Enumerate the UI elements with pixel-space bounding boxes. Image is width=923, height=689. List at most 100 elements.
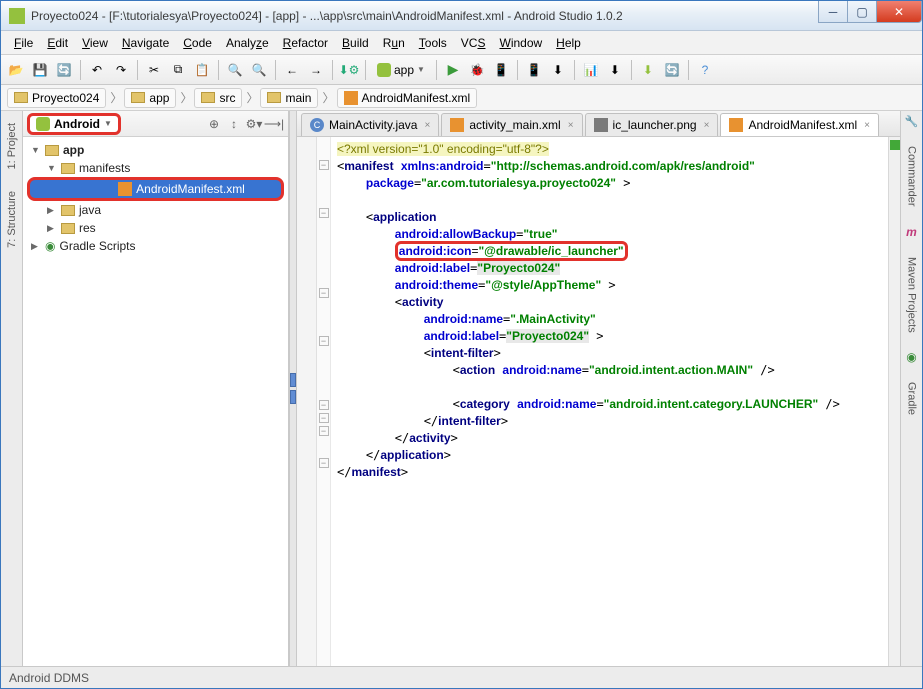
tree-node-java[interactable]: ▶java bbox=[25, 201, 286, 219]
right-tab-gradle[interactable]: Gradle bbox=[904, 374, 920, 423]
module-label: app bbox=[394, 63, 414, 77]
editor-tab-mainactivity[interactable]: CMainActivity.java× bbox=[301, 113, 439, 136]
find-icon[interactable]: 🔍 bbox=[224, 59, 246, 81]
structure-icon[interactable]: ⬇ bbox=[637, 59, 659, 81]
menu-navigate[interactable]: Navigate bbox=[115, 34, 176, 52]
left-tab-structure[interactable]: 7: Structure bbox=[4, 183, 20, 256]
folder-icon bbox=[61, 205, 75, 216]
cut-icon[interactable]: ✂ bbox=[143, 59, 165, 81]
image-icon bbox=[594, 118, 608, 132]
editor-tabs: CMainActivity.java× activity_main.xml× i… bbox=[297, 111, 900, 137]
splitter-handle[interactable] bbox=[289, 111, 297, 666]
tree-node-app[interactable]: ▼app bbox=[25, 141, 286, 159]
close-tab-icon[interactable]: × bbox=[864, 120, 870, 131]
redo-icon[interactable]: ↷ bbox=[110, 59, 132, 81]
editor-tab-activitymain[interactable]: activity_main.xml× bbox=[441, 113, 582, 136]
tree-node-res[interactable]: ▶res bbox=[25, 219, 286, 237]
menu-vcs[interactable]: VCS bbox=[454, 34, 493, 52]
window-title: Proyecto024 - [F:\tutorialesya\Proyecto0… bbox=[31, 9, 819, 23]
copy-icon[interactable]: ⧉ bbox=[167, 59, 189, 81]
xml-icon bbox=[450, 118, 464, 132]
editor-tab-iclauncher[interactable]: ic_launcher.png× bbox=[585, 113, 719, 136]
make-icon[interactable]: ⬇⚙ bbox=[338, 59, 360, 81]
close-tab-icon[interactable]: × bbox=[568, 120, 574, 131]
folder-icon bbox=[201, 92, 215, 103]
replace-icon[interactable]: 🔍 bbox=[248, 59, 270, 81]
project-view-selector[interactable]: Android ▼ bbox=[27, 113, 121, 135]
tree-node-manifests[interactable]: ▼manifests bbox=[25, 159, 286, 177]
tree-node-gradle[interactable]: ▶◉Gradle Scripts bbox=[25, 237, 286, 255]
monitor-icon[interactable]: 📊 bbox=[580, 59, 602, 81]
status-ok-icon bbox=[890, 140, 900, 150]
window-titlebar: Proyecto024 - [F:\tutorialesya\Proyecto0… bbox=[1, 1, 922, 31]
run-icon[interactable]: ▶ bbox=[442, 59, 464, 81]
menu-build[interactable]: Build bbox=[335, 34, 376, 52]
back-icon[interactable]: ← bbox=[281, 59, 303, 81]
menu-bar: FFileile Edit View Navigate Code Analyze… bbox=[1, 31, 922, 55]
menu-view[interactable]: View bbox=[75, 34, 115, 52]
paste-icon[interactable]: 📋 bbox=[191, 59, 213, 81]
editor-tab-manifest[interactable]: AndroidManifest.xml× bbox=[720, 113, 879, 136]
minimize-button[interactable]: ─ bbox=[818, 1, 848, 23]
android-icon bbox=[377, 63, 391, 77]
gradle-icon: ◉ bbox=[45, 239, 55, 253]
sync-icon[interactable]: 🔄 bbox=[53, 59, 75, 81]
attach-icon[interactable]: 📱 bbox=[490, 59, 512, 81]
project-tree[interactable]: ▼app ▼manifests AndroidManifest.xml ▶jav… bbox=[23, 137, 288, 666]
sync-gradle-icon[interactable]: 🔄 bbox=[661, 59, 683, 81]
android-icon bbox=[36, 117, 50, 131]
crumb-file[interactable]: AndroidManifest.xml bbox=[337, 88, 478, 108]
scroll-to-icon[interactable]: ⊕ bbox=[205, 115, 223, 133]
xml-icon bbox=[118, 182, 132, 196]
right-tool-strip: 🔧 Commander m Maven Projects ◉ Gradle bbox=[900, 111, 922, 666]
run-config-selector[interactable]: app ▼ bbox=[371, 61, 431, 79]
project-tool-window: Android ▼ ⊕ ↕ ⚙▾ ⟶| ▼app ▼manifests Andr… bbox=[23, 111, 289, 666]
menu-refactor[interactable]: Refactor bbox=[276, 34, 335, 52]
folder-icon bbox=[131, 92, 145, 103]
sdk-icon[interactable]: ⬇ bbox=[547, 59, 569, 81]
maximize-button[interactable]: ▢ bbox=[847, 1, 877, 23]
close-tab-icon[interactable]: × bbox=[704, 120, 710, 131]
line-gutter[interactable] bbox=[297, 137, 317, 666]
error-stripe[interactable] bbox=[888, 137, 900, 666]
menu-file[interactable]: FFileile bbox=[7, 34, 40, 52]
close-button[interactable]: ✕ bbox=[876, 1, 922, 23]
menu-window[interactable]: Window bbox=[492, 34, 549, 52]
right-tab-maven[interactable]: Maven Projects bbox=[904, 249, 920, 341]
menu-edit[interactable]: Edit bbox=[40, 34, 75, 52]
folder-icon bbox=[267, 92, 281, 103]
forward-icon[interactable]: → bbox=[305, 59, 327, 81]
left-tool-strip: 1: Project 7: Structure bbox=[1, 111, 23, 666]
module-icon bbox=[45, 145, 59, 156]
avd-icon[interactable]: 📱 bbox=[523, 59, 545, 81]
save-icon[interactable]: 💾 bbox=[29, 59, 51, 81]
fold-gutter[interactable]: − − − − − − − − bbox=[317, 137, 331, 666]
menu-tools[interactable]: Tools bbox=[412, 34, 454, 52]
left-tab-project[interactable]: 1: Project bbox=[4, 115, 20, 177]
code-editor[interactable]: <?xml version="1.0" encoding="utf-8"?> <… bbox=[331, 137, 888, 666]
tree-node-manifest-file[interactable]: AndroidManifest.xml bbox=[27, 177, 284, 201]
crumb-project[interactable]: Proyecto024 bbox=[7, 88, 106, 108]
close-tab-icon[interactable]: × bbox=[424, 120, 430, 131]
undo-icon[interactable]: ↶ bbox=[86, 59, 108, 81]
hide-icon[interactable]: ⟶| bbox=[265, 115, 283, 133]
crumb-src[interactable]: src bbox=[194, 88, 242, 108]
menu-analyze[interactable]: Analyze bbox=[219, 34, 276, 52]
help-icon[interactable]: ? bbox=[694, 59, 716, 81]
right-tab-commander[interactable]: Commander bbox=[904, 138, 920, 215]
folder-icon bbox=[14, 92, 28, 103]
menu-run[interactable]: Run bbox=[376, 34, 412, 52]
collapse-icon[interactable]: ↕ bbox=[225, 115, 243, 133]
crumb-main[interactable]: main bbox=[260, 88, 318, 108]
xml-icon bbox=[729, 118, 743, 132]
open-icon[interactable]: 📂 bbox=[5, 59, 27, 81]
status-text[interactable]: Android DDMS bbox=[9, 671, 89, 685]
crumb-app[interactable]: app bbox=[124, 88, 176, 108]
gear-icon[interactable]: ⚙▾ bbox=[245, 115, 263, 133]
breadcrumb-bar: Proyecto024 〉 app 〉 src 〉 main 〉 Android… bbox=[1, 85, 922, 111]
debug-icon[interactable]: 🐞 bbox=[466, 59, 488, 81]
ddms-icon[interactable]: ⬇ bbox=[604, 59, 626, 81]
menu-code[interactable]: Code bbox=[176, 34, 219, 52]
xml-icon bbox=[344, 91, 358, 105]
menu-help[interactable]: Help bbox=[549, 34, 588, 52]
